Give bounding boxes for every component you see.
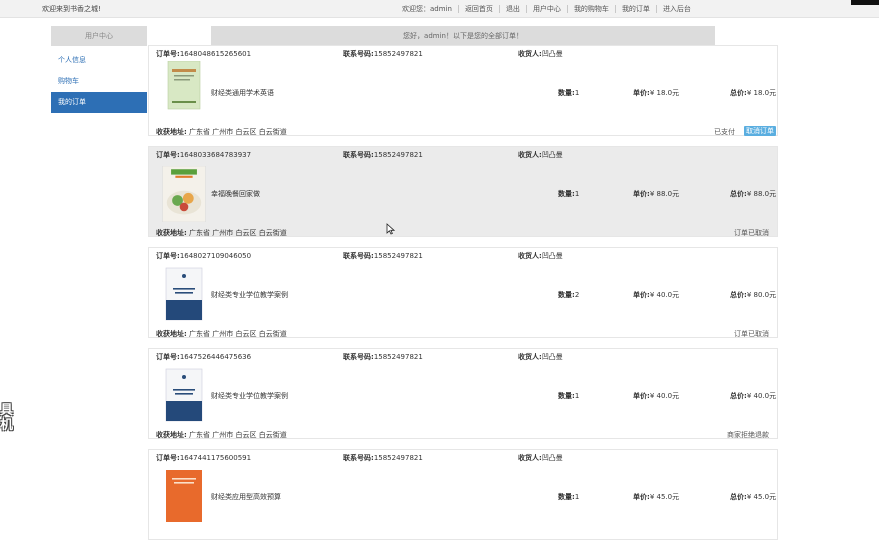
shipping-address: 广东省 广州市 白云区 白云街道 [189,431,287,439]
nav-cart-link[interactable]: 我的购物车 [574,4,609,14]
total-price: ¥ 18.0元 [746,89,777,97]
book-cover-image[interactable] [164,265,204,323]
order-status: 已支付 [714,128,735,136]
book-cover-image[interactable] [164,61,204,113]
order-quantity: 2 [574,291,580,299]
top-bar: 欢迎来到书香之城! 欢迎您：admin 返回首页 退出 用户中心 我的购物车 我… [0,0,879,18]
nav-user-center-link[interactable]: 用户中心 [533,4,561,14]
order-quantity: 1 [574,89,580,97]
order-card: 订单号:1648048615265601 联系号码:15852497821 收货… [148,45,778,136]
contact-phone: 15852497821 [373,252,423,260]
nav-divider [614,5,616,13]
shipping-address: 广东省 广州市 白云区 白云街道 [189,128,287,136]
order-status: 商家拒绝退款 [727,431,769,439]
book-title[interactable]: 财经类通用学术英语 [211,88,274,98]
unit-price: ¥ 88.0元 [649,190,680,198]
receiver-name: 凹凸曼 [541,151,563,159]
order-number: 1647441175600591 [179,454,252,462]
total-price: ¥ 40.0元 [746,392,777,400]
contact-phone: 15852497821 [373,151,423,159]
watermark-text: 具机 [0,403,14,433]
total-price: ¥ 88.0元 [746,190,777,198]
nav-admin-link[interactable]: 进入后台 [663,4,691,14]
user-sidebar: 用户中心 个人信息 购物车 我的订单 [51,26,147,113]
user-greeting: 欢迎您：admin [402,5,452,13]
book-title[interactable]: 幸福晚餐回家做 [211,189,260,199]
receiver-name: 凹凸曼 [541,252,563,260]
contact-phone: 15852497821 [373,50,423,58]
order-card: 订单号:1648033684783937 联系号码:15852497821 收货… [148,146,778,237]
mouse-cursor-icon [386,223,395,235]
order-number: 1647526446475636 [179,353,252,361]
order-number: 1648027109046050 [179,252,252,260]
unit-price: ¥ 40.0元 [649,392,680,400]
total-price: ¥ 45.0元 [746,493,777,501]
shipping-address: 广东省 广州市 白云区 白云街道 [189,229,287,237]
nav-orders-link[interactable]: 我的订单 [622,4,650,14]
book-cover-image[interactable] [156,166,212,222]
order-number: 1648033684783937 [179,151,252,159]
book-title[interactable]: 财经类专业学位教学案例 [211,391,288,401]
receiver-name: 凹凸曼 [541,50,563,58]
book-cover-image[interactable] [164,366,204,424]
book-title[interactable]: 财经类应用型高效预算 [211,492,281,502]
order-card: 订单号:1648027109046050 联系号码:15852497821 收货… [148,247,778,338]
nav-logout-link[interactable]: 退出 [506,4,520,14]
order-status: 订单已取消 [734,229,769,237]
order-quantity: 1 [574,493,580,501]
nav-divider [566,5,568,13]
unit-price: ¥ 45.0元 [649,493,680,501]
window-edge [851,0,879,5]
book-cover-image[interactable] [164,467,204,525]
sidebar-item-cart[interactable]: 购物车 [51,71,147,92]
receiver-name: 凹凸曼 [541,353,563,361]
nav-home-link[interactable]: 返回首页 [465,4,493,14]
sidebar-header: 用户中心 [51,26,147,46]
order-quantity: 1 [574,190,580,198]
order-number: 1648048615265601 [179,50,252,58]
order-card: 订单号:1647526446475636 联系号码:15852497821 收货… [148,348,778,439]
cancel-order-button[interactable]: 取消订单 [744,126,776,136]
receiver-name: 凹凸曼 [541,454,563,462]
contact-phone: 15852497821 [373,454,423,462]
contact-phone: 15852497821 [373,353,423,361]
sidebar-item-orders[interactable]: 我的订单 [51,92,147,113]
site-welcome: 欢迎来到书香之城! [42,5,101,13]
nav-divider [655,5,657,13]
unit-price: ¥ 40.0元 [649,291,680,299]
nav-divider [525,5,527,13]
video-watermark: 具机 [0,403,18,433]
nav-divider [498,5,500,13]
shipping-address: 广东省 广州市 白云区 白云街道 [189,330,287,338]
sidebar-item-profile[interactable]: 个人信息 [51,50,147,71]
top-nav: 欢迎您：admin 返回首页 退出 用户中心 我的购物车 我的订单 进入后台 [402,4,691,14]
total-price: ¥ 80.0元 [746,291,777,299]
book-title[interactable]: 财经类专业学位教学案例 [211,290,288,300]
unit-price: ¥ 18.0元 [649,89,680,97]
order-quantity: 1 [574,392,580,400]
order-card: 订单号:1647441175600591 联系号码:15852497821 收货… [148,449,778,540]
nav-divider [457,5,459,13]
orders-greeting-banner: 您好，admin！以下是您的全部订单！ [211,26,715,46]
order-status: 订单已取消 [734,330,769,338]
